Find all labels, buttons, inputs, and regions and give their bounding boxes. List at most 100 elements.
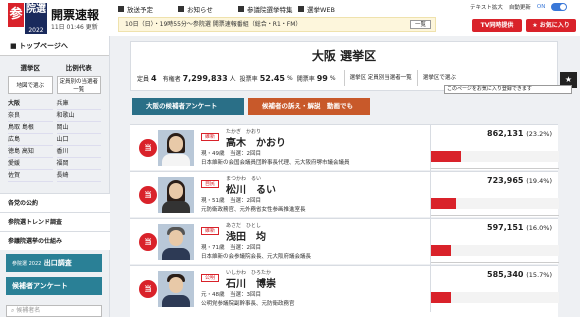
divider <box>431 215 559 216</box>
candidate-bio: 日本維新の会国会議員団幹事長代理、元大阪府堺市議会議員 <box>201 160 350 166</box>
exit-poll-label: 出口調査 <box>43 259 72 267</box>
favorites-button[interactable]: ★ お気に入り <box>526 19 576 32</box>
seats-label: 定員 <box>137 75 150 83</box>
vote-count: 723,965 (19.4%) <box>487 176 552 185</box>
auto-update-toggle-label: ON <box>536 4 546 10</box>
auto-update-label: 自動更新 <box>508 5 531 11</box>
pref-item[interactable]: 山口 <box>56 134 101 146</box>
elected-badge: 当 <box>139 280 157 298</box>
seats-value: 4 <box>151 73 157 83</box>
header-tools: テキスト拡大 自動更新 ON <box>470 3 580 11</box>
vote-bar <box>431 151 461 162</box>
bell-icon <box>178 6 184 12</box>
vote-bar <box>431 245 451 256</box>
site-header: 参 院選 2022 開票速報 11日 01:46 更新 放送予定 お知らせ 参議… <box>0 0 580 36</box>
pref-item[interactable]: 和歌山 <box>56 110 101 122</box>
broadcast-ticker[interactable]: 10日（日）・19時55分～参院選 開票速報番組（総合・R1・FM） 一覧 <box>118 17 436 32</box>
candidate-photo <box>158 177 194 213</box>
pref-item[interactable]: 愛媛 <box>8 158 53 170</box>
candidate-info: 現・49歳 当選：2回目 <box>201 151 261 157</box>
text-size-link[interactable]: テキスト拡大 <box>470 3 503 11</box>
web-icon <box>298 6 304 12</box>
nav-label: 選挙WEB <box>307 6 335 14</box>
candidate-bio: 元防衛政務官、元外務省女性参画推進室長 <box>201 207 306 213</box>
pref-item[interactable]: 大阪 <box>8 98 53 110</box>
pref-item[interactable]: 佐賀 <box>8 170 53 182</box>
sidebar-link-system[interactable]: 参議院選挙の仕組み <box>0 231 110 250</box>
video-tab[interactable]: 候補者の訴え・解説 動画でも <box>248 98 370 115</box>
tab-proportional[interactable]: 比例代表 <box>57 62 102 72</box>
star-icon: ★ <box>532 22 538 29</box>
counted-value: 99 <box>316 73 328 83</box>
nav-label: お知らせ <box>187 6 213 14</box>
prefecture-list: 大阪 兵庫 奈良 和歌山 鳥取 島根 岡山 広島 山口 徳島 高知 香川 愛媛 福岡 佐賀長… <box>0 98 109 182</box>
candidate-info: 現・51歳 当選：2回目 <box>201 198 261 204</box>
candidate-row[interactable]: 当 自民 まつかわ るい 松川 るい 現・51歳 当選：2回目 元防衛政務官、元… <box>130 171 559 218</box>
logo-year: 2022 <box>25 27 47 34</box>
elected-badge: 当 <box>139 139 157 157</box>
candidate-bio: 日本維新の会参議院会長、元大阪府議会議長 <box>201 254 312 260</box>
pref-item[interactable]: 岡山 <box>56 122 101 134</box>
candidate-photo <box>158 271 194 307</box>
tab-district[interactable]: 選挙区 <box>8 62 53 72</box>
survey-button[interactable]: 候補者アンケート <box>6 277 102 295</box>
survey-tab-label: 大阪の候補者アンケート <box>146 102 218 110</box>
page-title: 大阪 選挙区 <box>311 49 377 63</box>
turnout-unit: % <box>287 74 293 82</box>
vote-count: 862,131 (23.2%) <box>487 129 552 138</box>
pref-item[interactable]: 福岡 <box>56 158 101 170</box>
tv-button-label: TV同時提供 <box>480 22 514 29</box>
exit-poll-button[interactable]: 参院選 2022 出口調査 <box>6 254 102 272</box>
survey-tab[interactable]: 大阪の候補者アンケート <box>132 98 244 115</box>
voters-label: 有権者 <box>162 75 181 83</box>
sidebar-link-platforms[interactable]: 各党の公約 <box>0 193 110 212</box>
pref-item[interactable]: 長崎 <box>56 170 101 182</box>
pref-item[interactable]: 鳥取 島根 <box>8 122 53 134</box>
candidate-row[interactable]: 当 維新 あさだ ひとし 浅田 均 現・71歳 当選：2回目 日本維新の会参議院… <box>130 218 559 265</box>
tv-simulcast-button[interactable]: TV同時提供 <box>472 19 522 32</box>
nav-news[interactable]: お知らせ <box>178 4 238 14</box>
candidate-row[interactable]: 当 維新 たかぎ かおり 高木 かおり 現・49歳 当選：2回目 日本維新の会国… <box>130 124 559 171</box>
vote-result: 597,151 (16.0%) <box>430 219 559 265</box>
vote-count: 597,151 (16.0%) <box>487 223 552 232</box>
candidate-row[interactable]: 当 公明 いしかわ ひろたか 石川 博崇 元・48歳 当選：3回目 公明党参議院… <box>130 265 559 317</box>
home-link[interactable]: ■ トップページへ <box>0 36 109 56</box>
party-badge: 維新 <box>201 227 220 235</box>
candidate-name: 石川 博崇 <box>226 279 276 290</box>
pref-item[interactable]: 広島 <box>8 134 53 146</box>
candidate-name: 高木 かおり <box>226 138 286 149</box>
ticker-more-button[interactable]: 一覧 <box>409 20 431 29</box>
voters-value: 7,299,833 <box>182 73 228 83</box>
fav-button-label: お気に入り <box>539 22 570 29</box>
map-select[interactable]: 地図で選ぶ <box>8 76 53 94</box>
pref-item[interactable]: 兵庫 <box>56 98 101 110</box>
pref-item[interactable]: 徳島 高知 <box>8 146 53 158</box>
main-content: 大阪 選挙区 定員 4 有権者 7,299,833 人 投票率 52.45 % … <box>110 36 580 317</box>
search-icon: ⌕ <box>11 307 15 314</box>
district-dropdown[interactable]: 選挙区で選ぶ <box>416 70 461 86</box>
tv-icon <box>118 6 124 12</box>
vote-bar <box>431 198 456 209</box>
nav-label: 参議院選挙特集 <box>247 6 293 14</box>
seat-list-select[interactable]: 定員別の当選者一覧 <box>56 76 101 94</box>
logo-text: 院選 <box>25 3 47 27</box>
seat-list-dropdown[interactable]: 選挙区 定員別当選者一覧 <box>343 70 417 86</box>
update-time: 11日 01:46 更新 <box>51 24 98 31</box>
nav-broadcast[interactable]: 放送予定 <box>118 4 178 14</box>
candidate-search-input[interactable]: ⌕ 候補者名 <box>6 305 102 317</box>
pref-item[interactable]: 香川 <box>56 146 101 158</box>
nav-label: 放送予定 <box>127 6 153 14</box>
nav-feature[interactable]: 参議院選挙特集 <box>238 4 298 14</box>
pref-item[interactable]: 奈良 <box>8 110 53 122</box>
candidate-name: 松川 るい <box>226 185 276 196</box>
site-logo[interactable]: 参 院選 2022 <box>8 3 47 34</box>
exit-poll-tag: 参院選 2022 <box>12 261 42 267</box>
candidate-photo <box>158 130 194 166</box>
counted-unit: % <box>329 74 336 82</box>
nav-web[interactable]: 選挙WEB <box>298 4 358 14</box>
sidebar-link-trend[interactable]: 参院選トレンド調査 <box>0 212 110 231</box>
sidebar-links: 各党の公約 参院選トレンド調査 参議院選挙の仕組み <box>0 193 110 250</box>
auto-update-toggle[interactable] <box>551 3 568 11</box>
header-nav: 放送予定 お知らせ 参議院選挙特集 選挙WEB <box>118 4 358 14</box>
party-badge: 維新 <box>201 133 220 141</box>
